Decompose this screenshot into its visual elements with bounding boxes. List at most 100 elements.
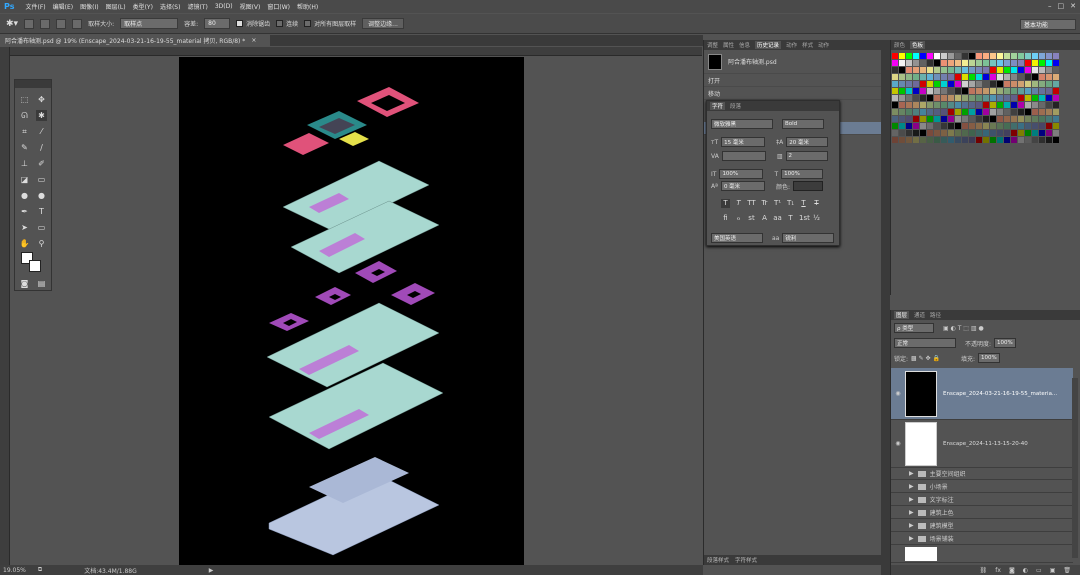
subtract-selection-icon[interactable] <box>56 18 67 29</box>
menu-view[interactable]: 视图(V) <box>240 2 261 11</box>
color-swatch[interactable] <box>962 123 968 129</box>
color-swatch[interactable] <box>948 130 954 136</box>
horizontal-scale-input[interactable]: 100% <box>781 169 824 179</box>
color-swatch[interactable] <box>976 137 982 143</box>
color-swatch[interactable] <box>1053 67 1059 73</box>
color-swatch[interactable] <box>941 137 947 143</box>
color-swatch[interactable] <box>1032 81 1038 87</box>
color-swatch[interactable] <box>1046 130 1052 136</box>
color-swatch[interactable] <box>983 123 989 129</box>
color-swatch[interactable] <box>1039 123 1045 129</box>
color-swatch[interactable] <box>892 95 898 101</box>
color-swatch[interactable] <box>1025 81 1031 87</box>
layer-group-row[interactable]: ▶ 场景铺装 <box>891 533 1073 545</box>
color-swatch[interactable] <box>1039 67 1045 73</box>
color-swatch[interactable] <box>1025 88 1031 94</box>
color-swatch[interactable] <box>892 74 898 80</box>
tab-character-styles[interactable]: 字符样式 <box>735 556 757 564</box>
shape-tool-icon[interactable]: ▭ <box>36 222 47 233</box>
color-swatch[interactable] <box>934 109 940 115</box>
menu-select[interactable]: 选择(S) <box>160 2 181 11</box>
color-swatch[interactable] <box>983 74 989 80</box>
color-swatch[interactable] <box>955 137 961 143</box>
color-swatch[interactable] <box>892 137 898 143</box>
color-swatch[interactable] <box>920 116 926 122</box>
color-swatch[interactable] <box>899 123 905 129</box>
color-swatch[interactable] <box>969 74 975 80</box>
color-swatch[interactable] <box>934 53 940 59</box>
color-swatch[interactable] <box>899 109 905 115</box>
color-swatch[interactable] <box>913 130 919 136</box>
color-swatch[interactable] <box>955 95 961 101</box>
color-swatch[interactable] <box>1046 137 1052 143</box>
brush-tool-icon[interactable]: ∕ <box>36 142 47 153</box>
history-brush-icon[interactable]: ✐ <box>36 158 47 169</box>
color-swatch[interactable] <box>899 137 905 143</box>
sample-size-select[interactable]: 取样点 <box>120 18 179 29</box>
tab-actions-2[interactable]: 动作 <box>818 41 829 49</box>
refine-edge-button[interactable]: 调整边缘... <box>362 18 404 29</box>
fx-icon[interactable]: fx <box>995 567 1001 574</box>
color-swatch[interactable] <box>941 53 947 59</box>
color-swatch[interactable] <box>997 130 1003 136</box>
color-swatch[interactable] <box>1053 60 1059 66</box>
tab-info[interactable]: 信息 <box>739 41 750 49</box>
color-swatch[interactable] <box>976 95 982 101</box>
document-size[interactable]: 文档:43.4M/1.88G <box>84 566 137 575</box>
color-swatch[interactable] <box>997 74 1003 80</box>
color-swatch[interactable] <box>920 130 926 136</box>
color-swatch[interactable] <box>983 67 989 73</box>
color-swatch[interactable] <box>1046 109 1052 115</box>
color-swatch[interactable] <box>927 130 933 136</box>
color-swatch[interactable] <box>1018 123 1024 129</box>
add-selection-icon[interactable] <box>40 18 51 29</box>
small-caps-button[interactable]: Tr <box>760 199 769 208</box>
tolerance-input[interactable]: 80 <box>204 18 231 29</box>
color-swatch[interactable] <box>948 74 954 80</box>
color-swatch[interactable] <box>948 81 954 87</box>
trash-icon[interactable]: 🗑 <box>1063 567 1071 574</box>
color-swatch[interactable] <box>1032 74 1038 80</box>
menu-type[interactable]: 类型(Y) <box>133 2 153 11</box>
color-swatch[interactable] <box>906 60 912 66</box>
color-swatch[interactable] <box>983 81 989 87</box>
color-swatch[interactable] <box>1046 53 1052 59</box>
color-swatch[interactable] <box>962 109 968 115</box>
hand-tool-icon[interactable]: ✋ <box>19 238 30 249</box>
color-swatch[interactable] <box>1011 109 1017 115</box>
color-swatch[interactable] <box>948 60 954 66</box>
color-swatch[interactable] <box>1039 60 1045 66</box>
color-swatch[interactable] <box>948 102 954 108</box>
color-swatch[interactable] <box>913 95 919 101</box>
color-swatch[interactable] <box>934 95 940 101</box>
color-swatch[interactable] <box>1004 95 1010 101</box>
color-swatch[interactable] <box>913 60 919 66</box>
menu-edit[interactable]: 编辑(E) <box>53 2 73 11</box>
lock-icons[interactable]: ▩ ✎ ✥ 🔒 <box>911 355 940 362</box>
intersect-selection-icon[interactable] <box>72 18 83 29</box>
color-swatch[interactable] <box>1046 60 1052 66</box>
color-swatch[interactable] <box>906 130 912 136</box>
color-swatch[interactable] <box>983 53 989 59</box>
color-swatch[interactable] <box>934 60 940 66</box>
color-swatch[interactable] <box>1025 53 1031 59</box>
color-swatch[interactable] <box>1011 88 1017 94</box>
history-row-open[interactable]: 打开 <box>704 74 881 87</box>
color-swatch[interactable] <box>906 95 912 101</box>
color-swatch[interactable] <box>1025 137 1031 143</box>
gradient-tool-icon[interactable]: ▭ <box>36 174 47 185</box>
color-swatch[interactable] <box>1053 95 1059 101</box>
color-swatch[interactable] <box>927 88 933 94</box>
color-swatch[interactable] <box>927 123 933 129</box>
strikethrough-button[interactable]: T <box>812 199 821 208</box>
color-swatch[interactable] <box>976 53 982 59</box>
color-swatch[interactable] <box>976 102 982 108</box>
color-swatch[interactable] <box>934 102 940 108</box>
swash-button[interactable]: st <box>747 214 756 223</box>
color-swatch[interactable] <box>962 116 968 122</box>
eyedropper-tool-icon[interactable]: ⁄ <box>36 126 47 137</box>
color-swatch[interactable] <box>1039 130 1045 136</box>
menu-window[interactable]: 窗口(W) <box>267 2 290 11</box>
color-swatch[interactable] <box>990 109 996 115</box>
color-swatch[interactable] <box>990 123 996 129</box>
